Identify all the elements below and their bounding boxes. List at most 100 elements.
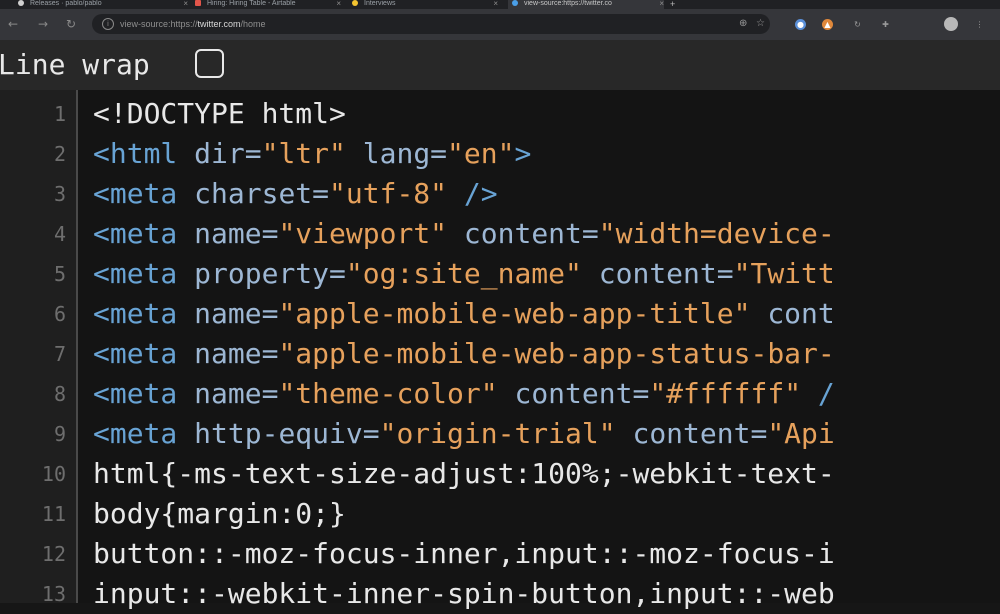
source-text: <meta http-equiv="origin-trial" content=… <box>93 414 835 454</box>
new-tab-button[interactable]: + <box>670 0 680 9</box>
line-number: 1 <box>53 102 66 126</box>
extension-refresh-icon[interactable]: ↻ <box>852 19 863 30</box>
source-line: 6 <meta name="apple-mobile-web-app-title"… <box>0 294 1000 334</box>
source-line: 8 <meta name="theme-color" content="#ffff… <box>0 374 1000 414</box>
line-number: 8 <box>53 382 66 406</box>
code-token: content= <box>497 377 650 410</box>
code-token: name= <box>194 217 279 250</box>
code-token: "origin-trial" <box>379 417 616 450</box>
code-token: "theme-color" <box>278 377 498 410</box>
source-line: 3 <meta charset="utf-8" /> <box>0 174 1000 214</box>
extension-fox-icon[interactable]: ▲ <box>822 19 833 30</box>
code-token: cont <box>750 297 835 330</box>
back-arrow-icon[interactable]: ← <box>8 17 18 31</box>
close-icon[interactable]: × <box>183 0 188 8</box>
code-token: "en" <box>447 137 515 170</box>
tab-title: Hiring: Hiring Table - Airtable <box>207 0 296 7</box>
source-text: <meta charset="utf-8" /> <box>93 174 498 214</box>
code-token: charset= <box>194 177 330 210</box>
code-token: dir= <box>194 137 262 170</box>
code-token: "og:site_name" <box>345 257 582 290</box>
code-token: <meta <box>93 337 195 370</box>
forward-arrow-icon[interactable]: → <box>38 17 48 31</box>
code-token: http-equiv= <box>194 417 380 450</box>
line-number: 11 <box>41 502 66 526</box>
extensions-puzzle-icon[interactable]: ✚ <box>880 19 891 30</box>
source-line: 13 input::-webkit-inner-spin-button,input… <box>0 574 1000 614</box>
code-token: name= <box>194 377 279 410</box>
tab-interviews[interactable]: Interviews × <box>352 0 498 9</box>
source-text: <meta property="og:site_name" content="T… <box>93 254 835 294</box>
tab-strip: Releases · pablo/pablo × Hiring: Hiring … <box>0 0 1000 9</box>
line-number: 13 <box>41 582 66 606</box>
code-token: <meta <box>93 257 195 290</box>
url-path: /home <box>240 19 266 29</box>
line-wrap-checkbox[interactable] <box>195 49 224 78</box>
line-number: 9 <box>53 422 66 446</box>
code-token: <meta <box>93 217 195 250</box>
tab-view-source[interactable]: view-source:https://twitter.co × <box>508 0 664 9</box>
source-text: body{margin:0;} <box>93 494 346 534</box>
address-url: view-source:https://twitter.com/home <box>120 18 266 30</box>
source-line: 4 <meta name="viewport" content="width=de… <box>0 214 1000 254</box>
reload-icon[interactable]: ↻ <box>66 17 76 31</box>
close-icon[interactable]: × <box>659 0 664 8</box>
line-number: 12 <box>41 542 66 566</box>
code-token: "ltr" <box>261 137 346 170</box>
source-text: <meta name="apple-mobile-web-app-title" … <box>93 294 835 334</box>
source-text: input::-webkit-inner-spin-button,input::… <box>93 574 835 614</box>
extension-shield-icon[interactable]: ● <box>795 19 806 30</box>
code-token: <meta <box>93 177 195 210</box>
close-icon[interactable]: × <box>493 0 498 8</box>
code-token: "width=device- <box>598 217 835 250</box>
source-line: 5 <meta property="og:site_name" content="… <box>0 254 1000 294</box>
browser-toolbar: ← → ↻ i view-source:https://twitter.com/… <box>0 9 1000 41</box>
source-line: 7 <meta name="apple-mobile-web-app-status… <box>0 334 1000 374</box>
code-token: name= <box>194 297 279 330</box>
line-number: 5 <box>53 262 66 286</box>
github-icon <box>18 0 24 6</box>
source-text: html{-ms-text-size-adjust:100%;-webkit-t… <box>93 454 835 494</box>
code-token: "apple-mobile-web-app-status-bar- <box>278 337 835 370</box>
url-host: twitter.com <box>197 19 241 29</box>
line-number: 10 <box>41 462 66 486</box>
line-number: 7 <box>53 342 66 366</box>
line-wrap-label: Line wrap <box>0 48 150 81</box>
tab-airtable[interactable]: Hiring: Hiring Table - Airtable × <box>195 0 341 9</box>
source-text: <html dir="ltr" lang="en"> <box>93 134 531 174</box>
code-token: body{margin:0;} <box>93 497 346 530</box>
source-line: 11 body{margin:0;} <box>0 494 1000 534</box>
code-token: "utf-8" <box>329 177 448 210</box>
profile-avatar[interactable] <box>944 17 958 31</box>
twitter-icon <box>512 0 518 6</box>
code-token: /> <box>447 177 498 210</box>
code-token: content= <box>447 217 599 250</box>
address-bar[interactable]: i view-source:https://twitter.com/home ⊕… <box>92 14 770 34</box>
source-text: button::-moz-focus-inner,input::-moz-foc… <box>93 534 835 574</box>
menu-dots-icon[interactable]: ⋮ <box>974 19 985 30</box>
code-token: content= <box>581 257 734 290</box>
info-icon[interactable]: i <box>102 18 114 30</box>
code-token: "viewport" <box>278 217 448 250</box>
zoom-icon[interactable]: ⊕ <box>739 18 747 30</box>
line-wrap-bar: Line wrap <box>0 40 1000 90</box>
code-token: <meta <box>93 417 195 450</box>
code-token: input::-webkit-inner-spin-button,input::… <box>93 577 835 610</box>
bookmark-star-icon[interactable]: ☆ <box>756 18 765 30</box>
source-text: <meta name="viewport" content="width=dev… <box>93 214 835 254</box>
code-token: lang= <box>345 137 448 170</box>
source-line: 2 <html dir="ltr" lang="en"> <box>0 134 1000 174</box>
tab-releases[interactable]: Releases · pablo/pablo × <box>18 0 188 9</box>
interviews-icon <box>352 0 358 6</box>
code-token: "Api <box>767 417 835 450</box>
code-token: <meta <box>93 297 195 330</box>
source-text: <!DOCTYPE html> <box>93 94 346 134</box>
source-text: <meta name="theme-color" content="#fffff… <box>93 374 835 414</box>
close-icon[interactable]: × <box>336 0 341 8</box>
source-line: 12 button::-moz-focus-inner,input::-moz-f… <box>0 534 1000 574</box>
code-token: button::-moz-focus-inner,input::-moz-foc… <box>93 537 835 570</box>
code-token: property= <box>194 257 346 290</box>
line-number: 3 <box>53 182 66 206</box>
code-token: <meta <box>93 377 195 410</box>
tab-title: view-source:https://twitter.co <box>524 0 612 7</box>
